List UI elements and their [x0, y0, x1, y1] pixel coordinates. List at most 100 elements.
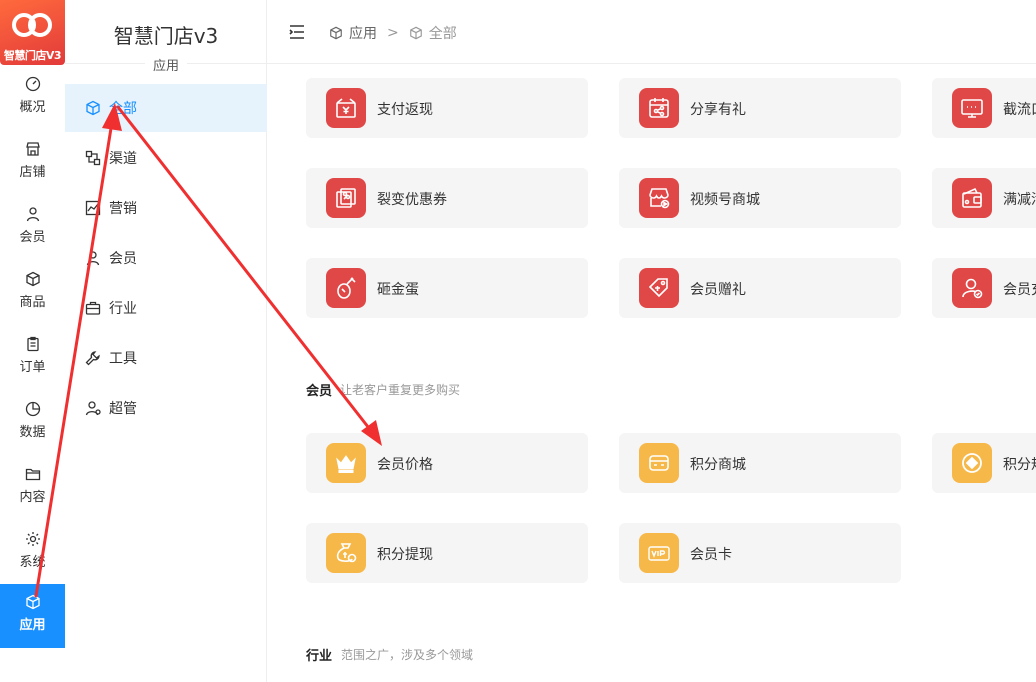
- store-icon: [25, 142, 40, 156]
- app-card[interactable]: 砸金蛋: [306, 258, 588, 318]
- side-item-tools[interactable]: 工具: [65, 334, 267, 382]
- primary-sidebar: 智慧门店V3 概况 店铺 会员 商品 订单 数据 内容 系统 应用: [0, 0, 65, 682]
- cube-icon: [409, 26, 422, 40]
- app-card[interactable]: 会员卡: [619, 523, 901, 583]
- dashboard-icon: [25, 76, 40, 92]
- section-title: 会员: [306, 384, 333, 399]
- menu-toggle-icon[interactable]: [289, 25, 305, 39]
- user-icon: [26, 207, 39, 222]
- points-shop-icon: [639, 443, 679, 483]
- section-desc: 让老客户重复更多购买: [340, 383, 461, 397]
- cube-icon: [25, 271, 40, 287]
- app-logo[interactable]: 智慧门店V3: [0, 0, 65, 65]
- app-card-label: 分享有礼: [690, 102, 746, 118]
- app-card[interactable]: 分享有礼: [619, 78, 901, 138]
- rail-item-order[interactable]: 订单: [0, 326, 65, 390]
- main-content: 支付返现 分享有礼 截流口 裂变优惠券 视频号商城 满减活: [267, 64, 1036, 682]
- admin-icon: [85, 401, 101, 416]
- app-card-label: 满减活: [1003, 192, 1036, 208]
- side-item-label: 渠道: [109, 151, 137, 167]
- app-card[interactable]: 支付返现: [306, 78, 588, 138]
- app-card-label: 砸金蛋: [377, 282, 419, 298]
- app-card[interactable]: 视频号商城: [619, 168, 901, 228]
- app-card[interactable]: 截流口: [932, 78, 1036, 138]
- gear-icon: [25, 532, 40, 546]
- app-card-label: 积分商城: [690, 457, 746, 473]
- side-item-channel[interactable]: 渠道: [65, 134, 267, 182]
- video-shop-icon: [639, 178, 679, 218]
- app-card[interactable]: 会员价格: [306, 433, 588, 493]
- secondary-sidebar: 智慧门店v3 应用 全部 渠道 营销 会员 行业 工具 超管: [65, 0, 267, 682]
- crown-icon: [326, 443, 366, 483]
- marketing-chart-icon: [85, 200, 101, 216]
- vip-card-icon: [639, 533, 679, 573]
- side-item-industry[interactable]: 行业: [65, 284, 267, 332]
- app-card-label: 支付返现: [377, 102, 433, 118]
- rail-item-goods[interactable]: 商品: [0, 261, 65, 325]
- rail-item-data[interactable]: 数据: [0, 391, 65, 455]
- top-header: 应用 > 全部: [267, 0, 1036, 64]
- app-card[interactable]: 满减活: [932, 168, 1036, 228]
- rail-label: 系统: [19, 555, 46, 570]
- rail-label: 会员: [19, 230, 46, 245]
- breadcrumb: 应用 > 全部: [329, 23, 457, 43]
- app-card-label: 视频号商城: [690, 192, 760, 208]
- app-root: 智慧门店V3 概况 店铺 会员 商品 订单 数据 内容 系统 应用 智慧门店v3…: [0, 0, 1036, 682]
- screen-icon: [952, 88, 992, 128]
- briefcase-icon: [85, 301, 101, 315]
- app-card[interactable]: 会员赠礼: [619, 258, 901, 318]
- rail-item-content[interactable]: 内容: [0, 456, 65, 520]
- folder-icon: [25, 468, 40, 481]
- points-rule-icon: [952, 443, 992, 483]
- wrench-icon: [85, 351, 100, 366]
- golden-egg-icon: [326, 268, 366, 308]
- breadcrumb-item: 全部: [428, 26, 457, 42]
- app-card-label: 截流口: [1003, 102, 1036, 118]
- logo-mark-icon: [12, 13, 52, 37]
- side-item-member[interactable]: 会员: [65, 234, 267, 282]
- side-item-label: 超管: [109, 401, 137, 417]
- app-card-label: 会员卡: [690, 547, 732, 563]
- rail-label: 应用: [19, 618, 46, 633]
- brand-title: 智慧门店v3: [113, 24, 219, 48]
- gift-tag-icon: [639, 268, 679, 308]
- breadcrumb-item[interactable]: 应用: [349, 23, 377, 43]
- side-item-all[interactable]: 全部: [65, 84, 267, 132]
- cube-icon: [86, 100, 100, 116]
- side-item-label: 营销: [109, 201, 137, 217]
- logo-text: 智慧门店V3: [3, 49, 62, 62]
- app-card-label: 积分提现: [377, 547, 433, 563]
- app-card[interactable]: 裂变优惠券: [306, 168, 588, 228]
- app-card-label: 会员赠礼: [690, 282, 746, 298]
- rail-item-store[interactable]: 店铺: [0, 131, 65, 195]
- rail-label: 概况: [19, 100, 46, 115]
- app-card[interactable]: 会员充: [932, 258, 1036, 318]
- rail-label: 内容: [19, 490, 46, 505]
- channel-icon: [85, 150, 101, 166]
- rail-item-system[interactable]: 系统: [0, 521, 65, 585]
- app-card-label: 裂变优惠券: [377, 192, 447, 208]
- app-card[interactable]: 积分商城: [619, 433, 901, 493]
- apps-panel: 支付返现 分享有礼 截流口 裂变优惠券 视频号商城 满减活: [286, 64, 1036, 682]
- rail-label: 商品: [19, 295, 46, 310]
- app-card[interactable]: 积分规: [932, 433, 1036, 493]
- clipboard-icon: [26, 336, 39, 352]
- side-item-label: 全部: [109, 101, 137, 117]
- member-recharge-icon: [952, 268, 992, 308]
- rail-item-apps[interactable]: 应用: [0, 584, 65, 648]
- user-icon: [86, 251, 100, 266]
- side-item-admin[interactable]: 超管: [65, 384, 267, 432]
- app-card-label: 积分规: [1003, 457, 1036, 473]
- pie-chart-icon: [25, 401, 40, 417]
- cube-icon: [25, 594, 40, 610]
- app-card[interactable]: 积分提现: [306, 523, 588, 583]
- side-item-marketing[interactable]: 营销: [65, 184, 267, 232]
- rail-item-overview[interactable]: 概况: [0, 66, 65, 130]
- rail-item-member[interactable]: 会员: [0, 196, 65, 260]
- coupon-icon: [326, 178, 366, 218]
- section-label: 应用: [65, 55, 267, 74]
- rail-label: 订单: [19, 360, 46, 375]
- rail-label: 数据: [19, 425, 46, 440]
- section-title: 行业: [306, 649, 333, 664]
- app-card-label: 会员充: [1003, 282, 1036, 298]
